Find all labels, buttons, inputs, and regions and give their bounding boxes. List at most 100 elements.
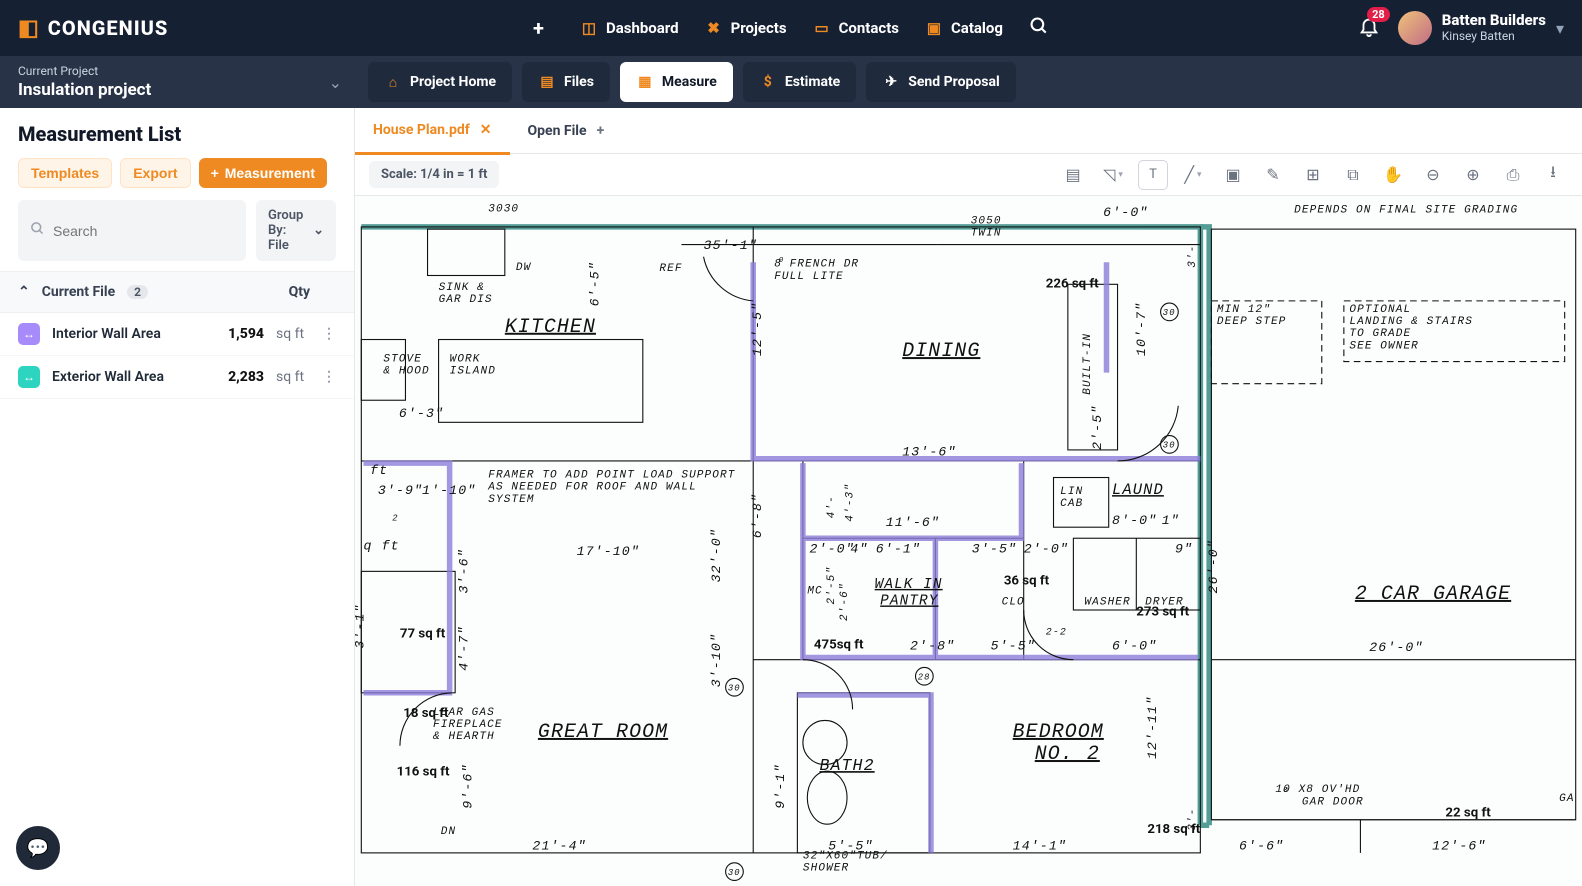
blueprint-viewer[interactable]: KITCHEN DINING LAUND WALK IN PANTRY GREA…	[355, 196, 1582, 886]
nav-dashboard[interactable]: ◫ Dashboard	[580, 19, 679, 37]
svg-text:LAUND: LAUND	[1112, 481, 1164, 499]
measurement-name: Interior Wall Area	[52, 326, 192, 342]
measurements-header[interactable]: ⌃ Current File 2 Qty	[0, 271, 354, 313]
user-menu[interactable]: Batten Builders Kinsey Batten ▾	[1398, 11, 1564, 45]
logo-icon: ◧	[18, 16, 40, 41]
row-menu[interactable]: ⋮	[322, 369, 336, 385]
svg-text:3'-9": 3'-9"	[378, 483, 423, 498]
svg-text:5'-5": 5'-5"	[991, 639, 1036, 654]
svg-text:10'-7": 10'-7"	[1134, 302, 1149, 356]
note-tool[interactable]: ▤	[1058, 160, 1088, 190]
svg-text:1": 1"	[1162, 513, 1180, 528]
text-tool[interactable]: T	[1138, 160, 1168, 190]
tab-measure[interactable]: ▦ Measure	[620, 62, 733, 102]
avatar	[1398, 11, 1432, 45]
notifications-button[interactable]: 28	[1358, 15, 1380, 41]
file-tab-active[interactable]: House Plan.pdf ✕	[355, 109, 510, 155]
svg-text:26'-0": 26'-0"	[1369, 640, 1423, 655]
svg-text:DEPENDS ON FINAL SITE GRADING: DEPENDS ON FINAL SITE GRADING	[1294, 205, 1518, 217]
svg-text:3'-1": 3'-1"	[355, 603, 368, 648]
svg-text:273 sq ft: 273 sq ft	[1136, 605, 1189, 620]
svg-text:0: 0	[779, 257, 785, 265]
callout-tool[interactable]: ◹	[1098, 160, 1128, 190]
signature-tool[interactable]: ✎	[1258, 160, 1288, 190]
nav-projects[interactable]: ✖ Projects	[705, 19, 787, 37]
svg-text:BUILT-IN: BUILT-IN	[1082, 333, 1094, 395]
nav-catalog[interactable]: ▣ Catalog	[925, 19, 1003, 37]
grid-tool[interactable]: ⊞	[1298, 160, 1328, 190]
close-icon[interactable]: ✕	[480, 122, 492, 138]
measurement-row[interactable]: ↔ Exterior Wall Area 2,283 sq ft ⋮	[0, 356, 354, 399]
svg-text:SYSTEM: SYSTEM	[488, 494, 534, 506]
notification-badge: 28	[1367, 7, 1390, 22]
svg-text:3050: 3050	[971, 216, 1002, 228]
drawing-canvas-panel: House Plan.pdf ✕ Open File + Scale: 1/4 …	[355, 108, 1582, 886]
nav-search[interactable]	[1029, 16, 1049, 40]
svg-text:FULL LITE: FULL LITE	[774, 271, 844, 283]
svg-text:q ft: q ft	[364, 538, 400, 553]
zoom-in[interactable]: ⊕	[1458, 160, 1488, 190]
svg-text:MIN 12": MIN 12"	[1217, 304, 1271, 316]
templates-button[interactable]: Templates	[18, 158, 112, 188]
svg-text:2'-6": 2'-6"	[839, 582, 851, 621]
download-tool[interactable]: ⭳	[1538, 160, 1568, 190]
svg-text:77 sq ft: 77 sq ft	[400, 627, 446, 642]
svg-text:LANDING & STAIRS: LANDING & STAIRS	[1349, 316, 1473, 328]
col-file: Current File	[42, 284, 115, 300]
svg-text:CAB: CAB	[1060, 498, 1083, 510]
svg-text:36 sq ft: 36 sq ft	[1004, 574, 1050, 589]
svg-text:WASHER: WASHER	[1084, 596, 1130, 608]
svg-text:6'-0": 6'-0"	[1103, 205, 1148, 220]
chevron-down-icon: ⌄	[329, 73, 342, 92]
tab-project-home[interactable]: ⌂ Project Home	[368, 62, 512, 102]
chat-button[interactable]: 💬	[16, 826, 60, 870]
svg-text:2'-0": 2'-0"	[1024, 542, 1069, 557]
nav-contacts[interactable]: ▭ Contacts	[813, 19, 899, 37]
print-tool[interactable]: ⎙	[1498, 160, 1528, 190]
pan-tool[interactable]: ✋	[1378, 160, 1408, 190]
tab-files-label: Files	[564, 74, 594, 90]
svg-text:SHOWER: SHOWER	[803, 863, 849, 875]
tab-estimate-label: Estimate	[785, 74, 840, 90]
svg-text:SINK &: SINK &	[439, 282, 485, 294]
svg-text:4'-7": 4'-7"	[456, 625, 471, 670]
nav-add[interactable]: +	[533, 16, 544, 40]
tab-measure-label: Measure	[662, 74, 717, 90]
svg-text:17'-10": 17'-10"	[577, 544, 640, 559]
search-input-wrap[interactable]	[18, 200, 246, 261]
tab-files[interactable]: ▤ Files	[522, 62, 610, 102]
svg-text:REF: REF	[659, 263, 682, 275]
svg-text:DEEP STEP: DEEP STEP	[1217, 316, 1287, 328]
group-by-dropdown[interactable]: Group By: File ⌄	[256, 200, 336, 261]
svg-text:LIN: LIN	[1060, 486, 1083, 498]
search-input[interactable]	[53, 223, 234, 239]
tab-proposal[interactable]: ✈ Send Proposal	[866, 62, 1015, 102]
tab-home-label: Project Home	[410, 74, 496, 90]
sidebar-title: Measurement List	[18, 122, 336, 146]
scale-indicator[interactable]: Scale: 1/4 in = 1 ft	[369, 161, 499, 188]
project-selector[interactable]: Current Project Insulation project ⌄	[18, 64, 358, 100]
contacts-icon: ▭	[813, 19, 831, 37]
zoom-out[interactable]: ⊖	[1418, 160, 1448, 190]
logo[interactable]: ◧ CONGENIUS	[18, 16, 168, 41]
svg-text:32'-0": 32'-0"	[709, 528, 724, 582]
svg-text:DN: DN	[441, 826, 456, 838]
export-button[interactable]: Export	[120, 158, 190, 188]
image-tool[interactable]: ▣	[1218, 160, 1248, 190]
line-tool[interactable]: ╱	[1178, 160, 1208, 190]
copy-tool[interactable]: ⧉	[1338, 160, 1368, 190]
tab-estimate[interactable]: $ Estimate	[743, 62, 856, 102]
group-by-label: Group By: File	[268, 208, 307, 253]
svg-text:& HOOD: & HOOD	[383, 366, 429, 378]
user-name: Kinsey Batten	[1442, 30, 1546, 44]
row-menu[interactable]: ⋮	[322, 326, 336, 342]
measurement-row[interactable]: ↔ Interior Wall Area 1,594 sq ft ⋮	[0, 313, 354, 356]
svg-text:9'-1": 9'-1"	[773, 763, 788, 808]
plus-icon: +	[597, 123, 605, 139]
svg-text:2'-0": 2'-0"	[810, 542, 855, 557]
svg-text:218 sq ft: 218 sq ft	[1147, 822, 1200, 837]
svg-text:& HEARTH: & HEARTH	[433, 731, 495, 743]
open-file-tab[interactable]: Open File +	[510, 108, 623, 154]
measurement-sidebar: Measurement List Templates Export + Meas…	[0, 108, 355, 886]
add-measurement-button[interactable]: + Measurement	[199, 158, 327, 188]
